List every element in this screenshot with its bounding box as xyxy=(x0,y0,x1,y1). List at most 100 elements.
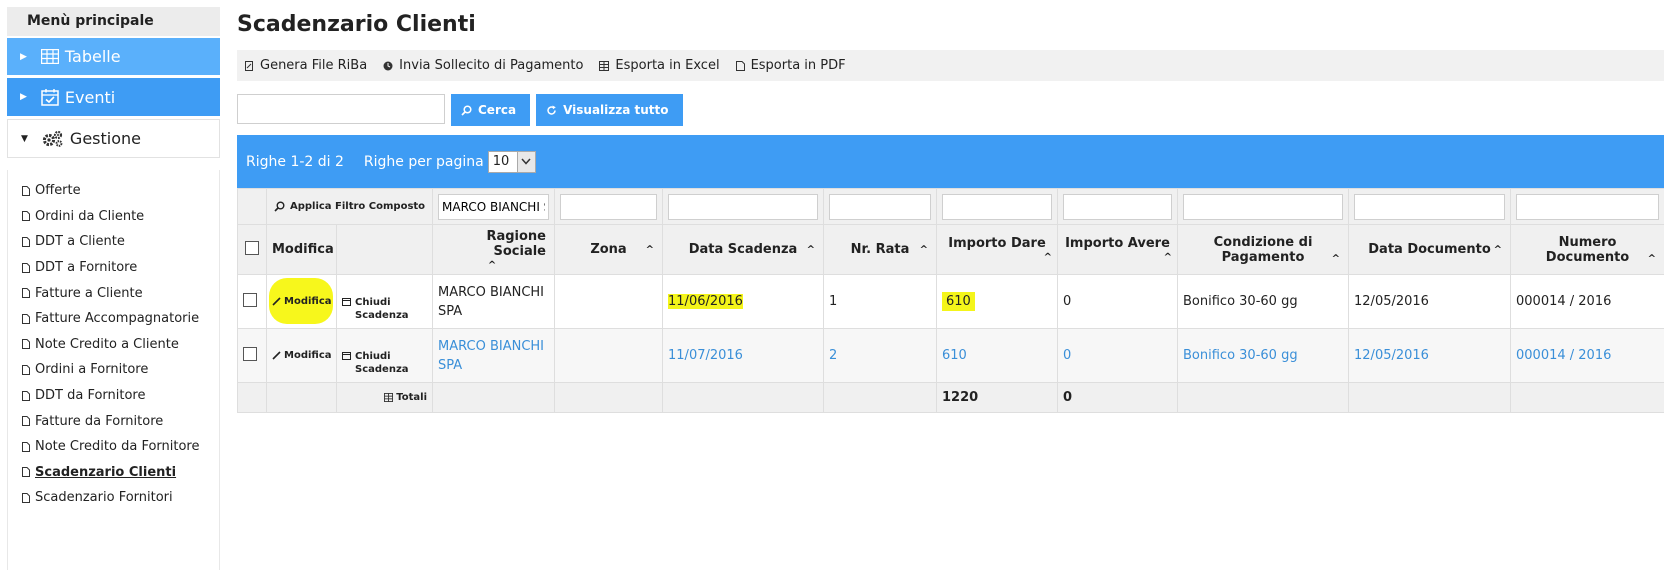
sidebar-item-note-credito-a-cliente[interactable]: Note Credito a Cliente xyxy=(8,332,219,358)
col-data-documento[interactable]: Data Documento^ xyxy=(1349,225,1511,275)
filter-data-documento-input[interactable] xyxy=(1354,194,1505,220)
sidebar-item-scadenzario-fornitori[interactable]: Scadenzario Fornitori xyxy=(8,485,219,511)
modifica-link[interactable]: Modifica xyxy=(272,350,331,361)
col-importo-dare[interactable]: Importo Dare ^ xyxy=(937,225,1058,275)
col-importo-avere-label: Importo Avere xyxy=(1065,236,1170,251)
col-numero-documento[interactable]: Numero Documento ^ xyxy=(1511,225,1664,275)
sidebar-item-ddt-a-cliente[interactable]: DDT a Cliente xyxy=(8,229,219,255)
esporta-pdf-label: Esporta in PDF xyxy=(751,58,846,73)
filter-importo-avere-input[interactable] xyxy=(1063,194,1172,220)
sidebar-item-fatture-a-cliente[interactable]: Fatture a Cliente xyxy=(8,280,219,306)
modifica-cell: Modifica xyxy=(267,275,337,329)
col-zona[interactable]: Zona^ xyxy=(555,225,663,275)
esporta-pdf-button[interactable]: Esporta in PDF xyxy=(736,58,846,73)
row-checkbox[interactable] xyxy=(243,293,257,307)
filter-cell xyxy=(555,189,663,225)
total-cell xyxy=(267,383,337,413)
sidebar-item-ordini-a-fornitore[interactable]: Ordini a Fornitore xyxy=(8,357,219,383)
total-importo-avere: 0 xyxy=(1058,383,1178,413)
per-page-select[interactable]: 10 xyxy=(488,151,536,173)
data-documento-cell[interactable]: 12/05/2016 xyxy=(1349,329,1511,383)
sidebar-item-fatture-da-fornitore[interactable]: Fatture da Fornitore xyxy=(8,408,219,434)
genera-riba-label: Genera File RiBa xyxy=(260,58,367,73)
filter-nr-rata-input[interactable] xyxy=(829,194,931,220)
sort-icon: ^ xyxy=(1332,254,1340,265)
chiudi-scadenza-link[interactable]: ChiudiScadenza xyxy=(342,350,427,376)
col-importo-dare-label: Importo Dare xyxy=(948,236,1046,251)
sidebar-item-note-credito-da-fornitore[interactable]: Note Credito da Fornitore xyxy=(8,434,219,460)
cerca-button[interactable]: Cerca xyxy=(451,94,530,126)
col-nr-rata[interactable]: Nr. Rata^ xyxy=(824,225,937,275)
importo-avere-cell: 0 xyxy=(1058,275,1178,329)
chiudi-label-1: Chiudi xyxy=(355,351,391,362)
total-cell xyxy=(433,383,555,413)
col-ragione-sociale[interactable]: Ragione Sociale ^ xyxy=(433,225,555,275)
chiudi-cell: ChiudiScadenza xyxy=(337,329,433,383)
filter-zona-input[interactable] xyxy=(560,194,657,220)
invia-sollecito-button[interactable]: Invia Sollecito di Pagamento xyxy=(383,58,583,73)
ragione-sociale-1: MARCO BIANCHI xyxy=(438,339,544,354)
sidebar-section-eventi[interactable]: ▶ Eventi xyxy=(7,78,220,116)
data-scadenza-cell: 11/06/2016 xyxy=(663,275,824,329)
sidebar-section-label: Eventi xyxy=(65,88,115,107)
visualizza-tutto-label: Visualizza tutto xyxy=(563,103,668,117)
sort-icon: ^ xyxy=(1494,244,1502,255)
sidebar-section-tabelle[interactable]: ▶ Tabelle xyxy=(7,38,220,75)
sidebar-item-label: Scadenzario Clienti xyxy=(35,465,176,480)
filter-condizione-input[interactable] xyxy=(1183,194,1343,220)
file-icon xyxy=(22,314,30,324)
col-data-documento-label: Data Documento xyxy=(1368,242,1491,257)
file-icon xyxy=(22,365,30,375)
importo-dare-cell: 610 xyxy=(937,275,1058,329)
ragione-sociale-cell: MARCO BIANCHISPA xyxy=(433,275,555,329)
esporta-excel-button[interactable]: Esporta in Excel xyxy=(599,58,719,73)
col-importo-avere[interactable]: Importo Avere ^ xyxy=(1058,225,1178,275)
chiudi-scadenza-link[interactable]: ChiudiScadenza xyxy=(342,296,427,322)
genera-riba-button[interactable]: Genera File RiBa xyxy=(245,58,367,73)
applica-filtro-label: Applica Filtro Composto xyxy=(290,201,425,212)
filter-ragione-sociale-input[interactable] xyxy=(438,194,549,220)
file-icon xyxy=(22,288,30,298)
chiudi-label-1: Chiudi xyxy=(355,297,391,308)
col-data-scadenza[interactable]: Data Scadenza^ xyxy=(663,225,824,275)
search-icon xyxy=(461,105,472,116)
sidebar-item-ddt-a-fornitore[interactable]: DDT a Fornitore xyxy=(8,255,219,281)
nr-rata-cell: 1 xyxy=(824,275,937,329)
gears-icon xyxy=(42,130,64,148)
importo-avere-cell[interactable]: 0 xyxy=(1058,329,1178,383)
numero-documento-cell[interactable]: 000014 / 2016 xyxy=(1511,329,1664,383)
cerca-label: Cerca xyxy=(478,103,516,117)
sidebar-item-fatture-accompagnatorie[interactable]: Fatture Accompagnatorie xyxy=(8,306,219,332)
file-edit-icon xyxy=(245,61,254,71)
row-checkbox[interactable] xyxy=(243,347,257,361)
filter-numero-documento-input[interactable] xyxy=(1516,194,1659,220)
sidebar-item-ddt-da-fornitore[interactable]: DDT da Fornitore xyxy=(8,383,219,409)
select-all-cell xyxy=(238,225,267,275)
data-scadenza-cell[interactable]: 11/07/2016 xyxy=(663,329,824,383)
visualizza-tutto-button[interactable]: Visualizza tutto xyxy=(536,94,682,126)
col-modifica-label: Modifica xyxy=(272,242,334,257)
file-icon xyxy=(22,391,30,401)
filter-data-scadenza-input[interactable] xyxy=(668,194,818,220)
sidebar-item-offerte[interactable]: Offerte xyxy=(8,178,219,204)
filter-importo-dare-input[interactable] xyxy=(942,194,1052,220)
refresh-icon xyxy=(546,105,557,116)
spreadsheet-icon xyxy=(599,61,609,71)
modifica-link[interactable]: Modifica xyxy=(272,296,331,307)
condizione-cell[interactable]: Bonifico 30-60 gg xyxy=(1178,329,1349,383)
col-condizione[interactable]: Condizione di Pagamento ^ xyxy=(1178,225,1349,275)
filter-row: Applica Filtro Composto xyxy=(238,189,1664,225)
ragione-sociale-cell[interactable]: MARCO BIANCHISPA xyxy=(433,329,555,383)
table-row: Modifica ChiudiScadenza MARCO BIANCHISPA… xyxy=(238,275,1664,329)
select-all-checkbox[interactable] xyxy=(245,241,259,255)
filter-cell xyxy=(433,189,555,225)
nr-rata-cell[interactable]: 2 xyxy=(824,329,937,383)
sidebar-item-label: Note Credito a Cliente xyxy=(35,337,179,352)
applica-filtro-button[interactable]: Applica Filtro Composto xyxy=(267,189,433,225)
sidebar-item-ordini-da-cliente[interactable]: Ordini da Cliente xyxy=(8,204,219,230)
importo-dare-cell[interactable]: 610 xyxy=(937,329,1058,383)
invia-sollecito-label: Invia Sollecito di Pagamento xyxy=(399,58,583,73)
sidebar-section-gestione[interactable]: ▼ Gestione xyxy=(7,119,220,158)
search-input[interactable] xyxy=(237,94,445,124)
sidebar-item-scadenzario-clienti[interactable]: Scadenzario Clienti xyxy=(8,460,219,486)
